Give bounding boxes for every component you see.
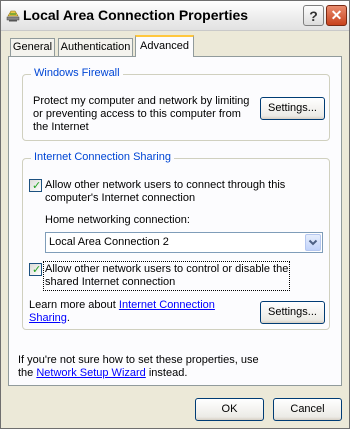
home-networking-label: Home networking connection: bbox=[45, 214, 190, 226]
windows-firewall-legend: Windows Firewall bbox=[31, 67, 123, 79]
allow-control-label-line2[interactable]: shared Internet connection bbox=[45, 276, 175, 289]
ics-help-link[interactable]: Internet Connection bbox=[119, 299, 215, 311]
allow-control-label-line1[interactable]: Allow other network users to control or … bbox=[45, 263, 288, 276]
ok-button[interactable]: OK bbox=[195, 398, 264, 421]
tab-advanced[interactable]: Advanced bbox=[135, 35, 194, 57]
properties-dialog: Local Area Connection Properties ? ✕ Gen… bbox=[0, 0, 350, 429]
footer-help-line2: the Network Setup Wizard instead. bbox=[18, 367, 187, 380]
home-networking-selected-value: Local Area Connection 2 bbox=[49, 236, 169, 248]
tab-authentication[interactable]: Authentication bbox=[58, 38, 133, 56]
windows-firewall-group: Windows Firewall Protect my computer and… bbox=[22, 67, 330, 141]
allow-connect-label-line2[interactable]: computer's Internet connection bbox=[45, 192, 195, 205]
firewall-description-line3: the Internet bbox=[33, 121, 89, 133]
advanced-tab-panel: Windows Firewall Protect my computer and… bbox=[8, 56, 342, 386]
ics-help-link-continued[interactable]: Sharing bbox=[29, 312, 67, 324]
chevron-down-icon bbox=[308, 239, 318, 246]
ics-legend: Internet Connection Sharing bbox=[31, 151, 174, 163]
title-bar[interactable]: Local Area Connection Properties ? ✕ bbox=[1, 1, 349, 31]
internet-connection-sharing-group: Internet Connection Sharing ✓ Allow othe… bbox=[22, 151, 330, 330]
tab-general[interactable]: General bbox=[10, 38, 55, 56]
footer-prefix: the bbox=[18, 367, 37, 379]
network-connection-icon bbox=[6, 10, 20, 22]
firewall-settings-button[interactable]: Settings... bbox=[260, 97, 325, 120]
network-setup-wizard-link[interactable]: Network Setup Wizard bbox=[36, 367, 145, 379]
learn-more-prefix: Learn more about bbox=[29, 299, 119, 311]
firewall-description-line2: or preventing access to this computer fr… bbox=[33, 108, 241, 120]
checkmark-icon: ✓ bbox=[32, 179, 42, 192]
learn-more-line1: Learn more about Internet Connection bbox=[29, 299, 215, 312]
footer-suffix: instead. bbox=[145, 367, 188, 379]
cancel-button[interactable]: Cancel bbox=[273, 398, 342, 421]
checkmark-icon: ✓ bbox=[32, 263, 42, 276]
dropdown-button[interactable] bbox=[305, 234, 321, 251]
allow-control-checkbox[interactable]: ✓ bbox=[29, 263, 42, 276]
ics-settings-button[interactable]: Settings... bbox=[260, 301, 325, 324]
learn-more-suffix: . bbox=[66, 312, 70, 324]
home-networking-dropdown[interactable]: Local Area Connection 2 bbox=[45, 232, 323, 253]
window-title: Local Area Connection Properties bbox=[23, 7, 249, 23]
help-button[interactable]: ? bbox=[303, 5, 324, 26]
firewall-description-line1: Protect my computer and network by limit… bbox=[33, 95, 250, 107]
footer-help-line1: If you're not sure how to set these prop… bbox=[18, 354, 259, 366]
close-button[interactable]: ✕ bbox=[326, 5, 347, 26]
learn-more-line2: Sharing. bbox=[29, 312, 70, 325]
allow-connect-label-line1[interactable]: Allow other network users to connect thr… bbox=[45, 179, 285, 192]
allow-connect-checkbox[interactable]: ✓ bbox=[29, 179, 42, 192]
